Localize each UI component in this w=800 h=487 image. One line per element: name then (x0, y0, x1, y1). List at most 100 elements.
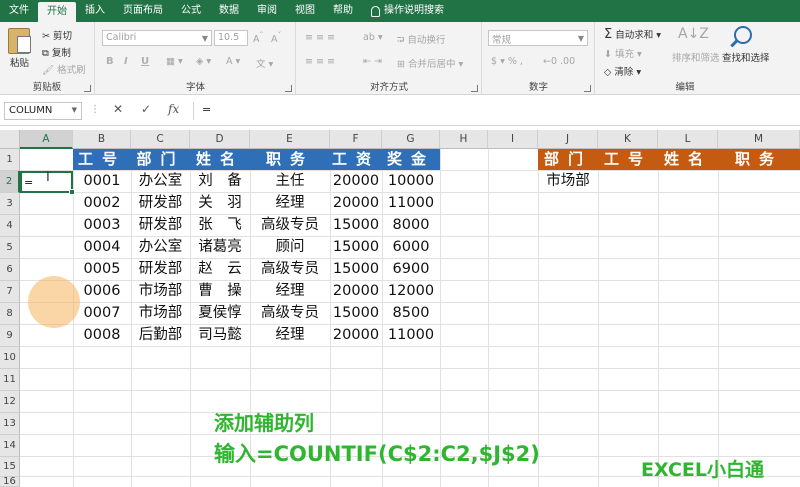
decimal-icon[interactable]: ←0 .00 (543, 56, 575, 67)
font-color-icon[interactable]: A ▾ (226, 56, 240, 67)
cell-dept[interactable]: 市场部 (131, 302, 190, 324)
col-header-c[interactable]: C (131, 130, 190, 149)
format-painter-button[interactable]: 🖌 格式刷 (42, 62, 86, 76)
cell-dept[interactable]: 市场部 (131, 280, 190, 302)
cell-id[interactable]: 0005 (73, 258, 131, 280)
cell-bonus[interactable]: 8500 (382, 302, 440, 324)
row-header-6[interactable]: 6 (0, 259, 20, 281)
row-header-10[interactable]: 10 (0, 347, 20, 369)
tab-insert[interactable]: 插入 (76, 0, 114, 22)
cancel-icon[interactable]: ✕ (113, 102, 123, 116)
underline-button[interactable]: U (141, 56, 149, 67)
cell-bonus[interactable]: 6000 (382, 236, 440, 258)
number-format-combo[interactable]: 常规 ▼ (488, 30, 588, 46)
formula-input[interactable]: = (193, 102, 793, 120)
cell-salary[interactable]: 20000 (330, 324, 382, 346)
cell-id[interactable]: 0006 (73, 280, 131, 302)
enter-icon[interactable]: ✓ (141, 102, 151, 116)
wrap-text-button[interactable]: ⮒ 自动换行 (397, 32, 445, 49)
cell-name[interactable]: 赵 云 (190, 258, 250, 280)
lookup-header-title[interactable]: 职务 (718, 149, 800, 170)
cell-salary[interactable]: 15000 (330, 302, 382, 324)
borders-icon[interactable]: ▦ ▾ (166, 56, 183, 67)
cell-salary[interactable]: 20000 (330, 170, 382, 192)
row-header-14[interactable]: 14 (0, 435, 20, 457)
cell-id[interactable]: 0003 (73, 214, 131, 236)
cell-id[interactable]: 0002 (73, 192, 131, 214)
cell-salary[interactable]: 15000 (330, 236, 382, 258)
sort-filter-icon[interactable]: A↓Z (678, 26, 709, 42)
cell-name[interactable]: 关 羽 (190, 192, 250, 214)
cell-name[interactable]: 曹 操 (190, 280, 250, 302)
phonetic-icon[interactable]: 文 ▾ (256, 56, 273, 70)
header-cell-id[interactable]: 工号 (73, 149, 131, 170)
cell-dept[interactable]: 研发部 (131, 192, 190, 214)
cell-id[interactable]: 0008 (73, 324, 131, 346)
col-header-b[interactable]: B (73, 130, 131, 149)
row-header-5[interactable]: 5 (0, 237, 20, 259)
col-header-l[interactable]: L (658, 130, 718, 149)
header-cell-name[interactable]: 姓名 (190, 149, 250, 170)
fill-color-icon[interactable]: ◈ ▾ (196, 56, 211, 67)
row-header-2[interactable]: 2 (0, 171, 20, 193)
cell-dept[interactable]: 办公室 (131, 170, 190, 192)
copy-button[interactable]: ⧉ 复制 (42, 45, 71, 59)
col-header-h[interactable]: H (440, 130, 488, 149)
fill-handle[interactable] (69, 189, 75, 195)
merge-center-button[interactable]: ⊞ 合并后居中 ▾ (397, 56, 463, 70)
indent-icon[interactable]: ⇤ ⇥ (363, 56, 382, 67)
select-all-corner[interactable] (0, 130, 20, 149)
col-header-k[interactable]: K (598, 130, 658, 149)
find-select-button[interactable]: 查找和选择 (722, 50, 770, 64)
clipboard-dialog-launcher-icon[interactable] (84, 85, 91, 92)
cell-title[interactable]: 经理 (250, 324, 330, 346)
cell-name[interactable]: 诸葛亮 (190, 236, 250, 258)
number-dialog-launcher-icon[interactable] (584, 85, 591, 92)
cell-dept[interactable]: 研发部 (131, 214, 190, 236)
font-name-combo[interactable]: Calibri ▼ (102, 30, 212, 46)
cell-title[interactable]: 主任 (250, 170, 330, 192)
italic-button[interactable]: I (124, 56, 128, 67)
align-left-icon[interactable]: ≡ ≡ ≡ (305, 56, 335, 67)
lookup-header-id[interactable]: 工号 (598, 149, 658, 170)
cell-title[interactable]: 高级专员 (250, 302, 330, 324)
cell-bonus[interactable]: 6900 (382, 258, 440, 280)
lookup-header-dept[interactable]: 部门 (538, 149, 598, 170)
cell-bonus[interactable]: 12000 (382, 280, 440, 302)
cell-bonus[interactable]: 8000 (382, 214, 440, 236)
autosum-button[interactable]: Σ 自动求和 ▾ (604, 27, 661, 42)
lookup-header-name[interactable]: 姓名 (658, 149, 718, 170)
header-cell-bonus[interactable]: 奖金 (382, 149, 440, 170)
cell-salary[interactable]: 20000 (330, 192, 382, 214)
tab-page-layout[interactable]: 页面布局 (114, 0, 172, 22)
name-box[interactable]: COLUMN ▼ (4, 102, 82, 120)
cell-name[interactable]: 刘 备 (190, 170, 250, 192)
row-header-8[interactable]: 8 (0, 303, 20, 325)
tab-help[interactable]: 帮助 (324, 0, 362, 22)
row-header-11[interactable]: 11 (0, 369, 20, 391)
lookup-dept-value[interactable]: 市场部 (538, 170, 598, 192)
find-icon[interactable] (734, 26, 752, 44)
tab-home[interactable]: 开始 (38, 2, 76, 22)
cell-name[interactable]: 夏侯惇 (190, 302, 250, 324)
col-header-g[interactable]: G (382, 130, 440, 149)
orientation-icon[interactable]: ab ▾ (363, 32, 383, 43)
row-header-9[interactable]: 9 (0, 325, 20, 347)
col-header-f[interactable]: F (330, 130, 382, 149)
header-cell-dept[interactable]: 部门 (131, 149, 190, 170)
cell-dept[interactable]: 后勤部 (131, 324, 190, 346)
cell-salary[interactable]: 20000 (330, 280, 382, 302)
tab-data[interactable]: 数据 (210, 0, 248, 22)
cell-title[interactable]: 高级专员 (250, 214, 330, 236)
worksheet-grid[interactable]: A B C D E F G H I J K L M 1 2 3 4 5 6 7 … (0, 126, 800, 487)
font-size-combo[interactable]: 10.5 (214, 30, 248, 46)
currency-icon[interactable]: $ ▾ % , (491, 56, 523, 67)
cut-button[interactable]: ✂ 剪切 (42, 28, 72, 42)
cell-bonus[interactable]: 11000 (382, 192, 440, 214)
cell-name[interactable]: 张 飞 (190, 214, 250, 236)
col-header-i[interactable]: I (488, 130, 538, 149)
clear-button[interactable]: ◇ 清除 ▾ (604, 64, 641, 78)
col-header-e[interactable]: E (250, 130, 330, 149)
col-header-m[interactable]: M (718, 130, 800, 149)
row-header-15[interactable]: 15 (0, 457, 20, 477)
